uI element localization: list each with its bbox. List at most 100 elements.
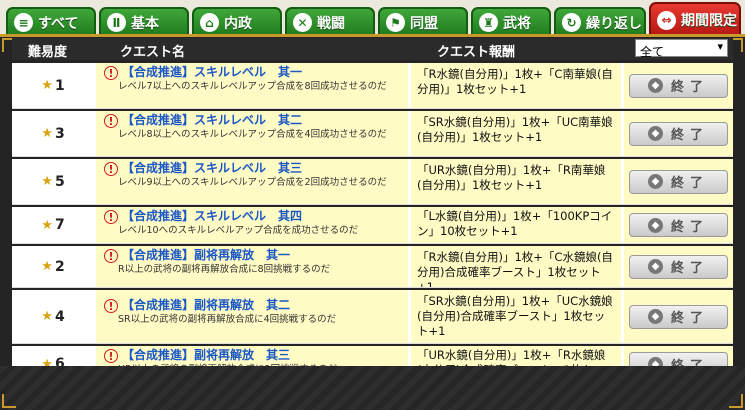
star-icon: ★ bbox=[41, 126, 53, 141]
tab-battle-label: 戦闘 bbox=[317, 15, 345, 32]
quest-name-cell: ! 【合成推進】副将再解放 其二 SR以上の武将の副将再解放合成に4回挑戦するのだ bbox=[96, 290, 408, 343]
completed-button[interactable]: ◆ 終了 bbox=[629, 169, 728, 194]
difficulty-value: 5 bbox=[54, 173, 65, 190]
quest-table-header: 難易度 クエスト名 クエスト報酬 全て ▾ bbox=[12, 38, 733, 60]
completed-label: 終了 bbox=[670, 219, 709, 235]
quest-name-cell: ! 【合成推進】スキルレベル 其一 レベル7以上へのスキルレベルアップ合成を8回成… bbox=[96, 63, 408, 108]
category-tab-bar: ≡ すべて Ⅱ 基本 ⌂ 内政 ✕ 戦闘 ⚑ 同盟 ♜ 武将 ↻ 繰り返し ⇔ … bbox=[0, 0, 745, 36]
tab-repeat-label: 繰り返し bbox=[586, 15, 642, 32]
difficulty-value: 7 bbox=[54, 217, 65, 233]
quest-reward: 「UR水鏡(自分用)」1枚+「R南華娘(自分用)」1枚セット+1 bbox=[411, 159, 621, 204]
difficulty-cell: ★ 1 bbox=[12, 63, 94, 108]
lock-icon: ◆ bbox=[647, 78, 663, 93]
tab-all-label: すべて bbox=[38, 15, 79, 32]
quest-row: ★ 4 ! 【合成推進】副将再解放 其二 SR以上の武将の副将再解放合成に4回挑戦す… bbox=[12, 290, 733, 344]
quest-name-cell: ! 【合成推進】スキルレベル 其二 レベル8以上へのスキルレベルアップ合成を4回成… bbox=[96, 111, 408, 156]
star-icon: ★ bbox=[41, 78, 53, 93]
completed-label: 終了 bbox=[670, 176, 709, 191]
header-quest-reward: クエスト報酬 bbox=[437, 45, 516, 60]
quest-row: ★ 2 ! 【合成推進】副将再解放 其一 R以上の武将の副将再解放合成に8回挑戦する… bbox=[12, 246, 733, 288]
quest-row: ★ 7 ! 【合成推進】スキルレベル 其四 レベル10へのスキルレベルアップ合成を成… bbox=[12, 207, 733, 244]
status-cell: ◆ 終了 bbox=[624, 246, 733, 287]
limited-icon: ⇔ bbox=[657, 10, 676, 30]
star-icon: ★ bbox=[41, 217, 53, 233]
quest-title: 【合成推進】スキルレベル 其二 bbox=[122, 113, 303, 127]
completed-label: 終了 bbox=[670, 80, 709, 95]
alert-icon: ! bbox=[104, 210, 118, 224]
difficulty-value: 2 bbox=[54, 258, 65, 275]
list-icon: ≡ bbox=[14, 13, 33, 32]
lock-icon: ◆ bbox=[647, 259, 663, 274]
alert-icon: ! bbox=[104, 299, 118, 313]
status-cell: ◆ 終了 bbox=[624, 111, 733, 156]
quest-title: 【合成推進】スキルレベル 其三 bbox=[122, 161, 303, 175]
completed-label: 終了 bbox=[670, 311, 709, 326]
frame-corner bbox=[2, 394, 16, 408]
alert-icon: ! bbox=[104, 162, 118, 176]
alert-icon: ! bbox=[104, 349, 118, 363]
status-cell: ◆ 終了 bbox=[624, 290, 733, 343]
quest-description: SR以上の武将の副将再解放合成に4回挑戦するのだ bbox=[118, 314, 337, 325]
completed-button[interactable]: ◆ 終了 bbox=[629, 213, 728, 237]
tab-all[interactable]: ≡ すべて bbox=[6, 7, 96, 36]
repeat-icon: ↻ bbox=[562, 13, 581, 32]
status-cell: ◆ 終了 bbox=[624, 207, 733, 243]
tab-general-label: 武将 bbox=[503, 15, 531, 32]
quest-name-cell: ! 【合成推進】スキルレベル 其四 レベル10へのスキルレベルアップ合成を成功させ… bbox=[96, 207, 408, 243]
quest-title: 【合成推進】スキルレベル 其一 bbox=[122, 65, 303, 79]
quest-panel: 難易度 クエスト名 クエスト報酬 全て ▾ ★ 1 ! 【合成推進】スキルレベル 其… bbox=[0, 34, 745, 410]
quest-description: レベル9以上へのスキルレベルアップ合成を2回成功させるのだ bbox=[118, 177, 387, 188]
difficulty-value: 3 bbox=[54, 125, 65, 142]
quest-row: ★ 1 ! 【合成推進】スキルレベル 其一 レベル7以上へのスキルレベルアップ合成を… bbox=[12, 63, 733, 109]
lock-icon: ◆ bbox=[647, 309, 663, 324]
basic-icon: Ⅱ bbox=[107, 13, 126, 32]
difficulty-cell: ★ 5 bbox=[12, 159, 94, 204]
quest-reward: 「SR水鏡(自分用)」1枚+「UC南華娘(自分用)」1枚セット+1 bbox=[411, 111, 621, 156]
completed-button[interactable]: ◆ 終了 bbox=[629, 73, 728, 98]
completed-button[interactable]: ◆ 終了 bbox=[629, 121, 728, 146]
difficulty-cell: ★ 2 bbox=[12, 246, 94, 287]
quest-title: 【合成推進】スキルレベル 其四 bbox=[122, 209, 303, 223]
battle-icon: ✕ bbox=[293, 13, 312, 32]
flag-icon: ⚑ bbox=[386, 13, 405, 32]
completed-button[interactable]: ◆ 終了 bbox=[629, 304, 728, 329]
quest-title: 【合成推進】副将再解放 其二 bbox=[122, 298, 291, 312]
difficulty-cell: ★ 4 bbox=[12, 290, 94, 343]
quest-title: 【合成推進】副将再解放 其一 bbox=[122, 248, 291, 262]
header-difficulty: 難易度 bbox=[28, 45, 68, 60]
difficulty-cell: ★ 7 bbox=[12, 207, 94, 243]
tab-repeat[interactable]: ↻ 繰り返し bbox=[554, 7, 646, 36]
quest-description: レベル8以上へのスキルレベルアップ合成を4回成功させるのだ bbox=[118, 129, 387, 140]
star-icon: ★ bbox=[41, 259, 53, 274]
general-icon: ♜ bbox=[479, 13, 498, 32]
filter-select[interactable]: 全て ▾ bbox=[635, 39, 728, 59]
lock-icon: ◆ bbox=[647, 126, 663, 141]
lock-icon: ◆ bbox=[647, 174, 663, 189]
tab-limited-label: 期間限定 bbox=[681, 13, 737, 29]
difficulty-cell: ★ 3 bbox=[12, 111, 94, 156]
quest-title: 【合成推進】副将再解放 其三 bbox=[122, 348, 291, 362]
completed-label: 終了 bbox=[670, 261, 709, 276]
tab-domestic[interactable]: ⌂ 内政 bbox=[192, 7, 282, 36]
quest-reward: 「R水鏡(自分用)」1枚+「C水鏡娘(自分用)合成確率ブースト」1枚セット+1 bbox=[411, 246, 621, 287]
domestic-icon: ⌂ bbox=[200, 13, 219, 32]
tab-general[interactable]: ♜ 武将 bbox=[471, 7, 551, 36]
lock-icon: ◆ bbox=[647, 217, 663, 233]
quest-description: R以上の武将の副将再解放合成に8回挑戦するのだ bbox=[118, 264, 331, 275]
tab-limited[interactable]: ⇔ 期間限定 bbox=[649, 2, 741, 36]
quest-list: ★ 1 ! 【合成推進】スキルレベル 其一 レベル7以上へのスキルレベルアップ合成を… bbox=[12, 63, 733, 385]
quest-description: レベル7以上へのスキルレベルアップ合成を8回成功させるのだ bbox=[118, 81, 387, 92]
star-icon: ★ bbox=[41, 174, 53, 189]
tab-battle[interactable]: ✕ 戦闘 bbox=[285, 7, 375, 36]
difficulty-value: 1 bbox=[54, 77, 65, 94]
quest-reward: 「L水鏡(自分用)」1枚+「100KPコイン」10枚セット+1 bbox=[411, 207, 621, 243]
completed-button[interactable]: ◆ 終了 bbox=[629, 254, 728, 279]
star-icon: ★ bbox=[41, 309, 53, 324]
tab-basic[interactable]: Ⅱ 基本 bbox=[99, 7, 189, 36]
completed-label: 終了 bbox=[670, 128, 709, 143]
filter-value: 全て bbox=[640, 45, 665, 59]
status-cell: ◆ 終了 bbox=[624, 63, 733, 108]
quest-name-cell: ! 【合成推進】スキルレベル 其三 レベル9以上へのスキルレベルアップ合成を2回成… bbox=[96, 159, 408, 204]
tab-alliance[interactable]: ⚑ 同盟 bbox=[378, 7, 468, 36]
difficulty-value: 4 bbox=[54, 308, 65, 325]
